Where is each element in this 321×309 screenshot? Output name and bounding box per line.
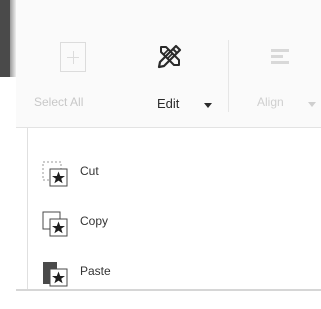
paste-label: Paste xyxy=(80,264,111,278)
cut-icon xyxy=(42,161,68,187)
edit-dropdown-menu: Cut Copy Paste xyxy=(27,128,321,290)
copy-label: Copy xyxy=(80,214,109,228)
menu-bottom-border xyxy=(16,289,321,291)
chevron-down-icon xyxy=(308,102,316,107)
adjacent-panel-edge xyxy=(0,0,10,77)
menu-item-cut[interactable]: Cut xyxy=(28,152,321,192)
chevron-down-icon xyxy=(204,103,212,108)
edit-tools-icon xyxy=(157,44,182,69)
ribbon-separator xyxy=(228,40,229,112)
select-all-label: Select All xyxy=(34,95,84,109)
edit-dropdown-button[interactable]: Edit xyxy=(125,0,225,127)
edit-label: Edit xyxy=(157,96,180,111)
paste-icon xyxy=(43,262,68,287)
menu-item-copy[interactable]: Copy xyxy=(28,202,321,242)
menu-item-paste[interactable]: Paste xyxy=(28,252,321,292)
align-label: Align xyxy=(257,95,284,109)
align-dropdown-button[interactable]: Align xyxy=(232,0,321,127)
copy-icon xyxy=(42,211,68,237)
select-all-button[interactable]: Select All xyxy=(30,0,125,127)
cut-label: Cut xyxy=(80,164,99,178)
align-icon xyxy=(268,46,292,70)
select-all-icon xyxy=(60,42,86,72)
